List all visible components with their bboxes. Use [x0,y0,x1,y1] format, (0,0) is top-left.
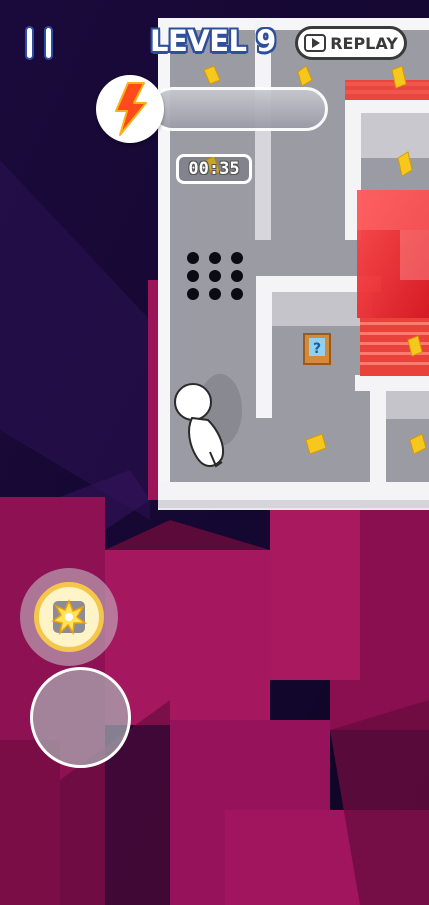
pause-button[interactable] [20,24,60,64]
spike-holes [187,252,243,300]
replay-button[interactable]: REPLAY [295,26,407,60]
lightning-bolt-icon [115,82,147,136]
game-scene: ? [0,0,429,905]
replay-label: REPLAY [330,33,398,53]
energy-bar [150,87,328,131]
pause-icon-bar [44,26,53,60]
maze-wall [355,375,429,391]
question-mark-box-icon: ? [303,333,331,365]
level-title: LEVEL 9 [150,24,276,58]
svg-text:?: ? [313,341,321,357]
pause-icon [25,26,34,60]
play-icon [304,34,327,52]
energy-badge [96,75,164,143]
ability-button[interactable] [20,568,118,666]
ability-button-face [34,582,104,652]
timer-display: 00:35 [176,154,252,184]
explosion-icon [51,599,88,636]
virtual-joystick[interactable] [30,667,131,768]
